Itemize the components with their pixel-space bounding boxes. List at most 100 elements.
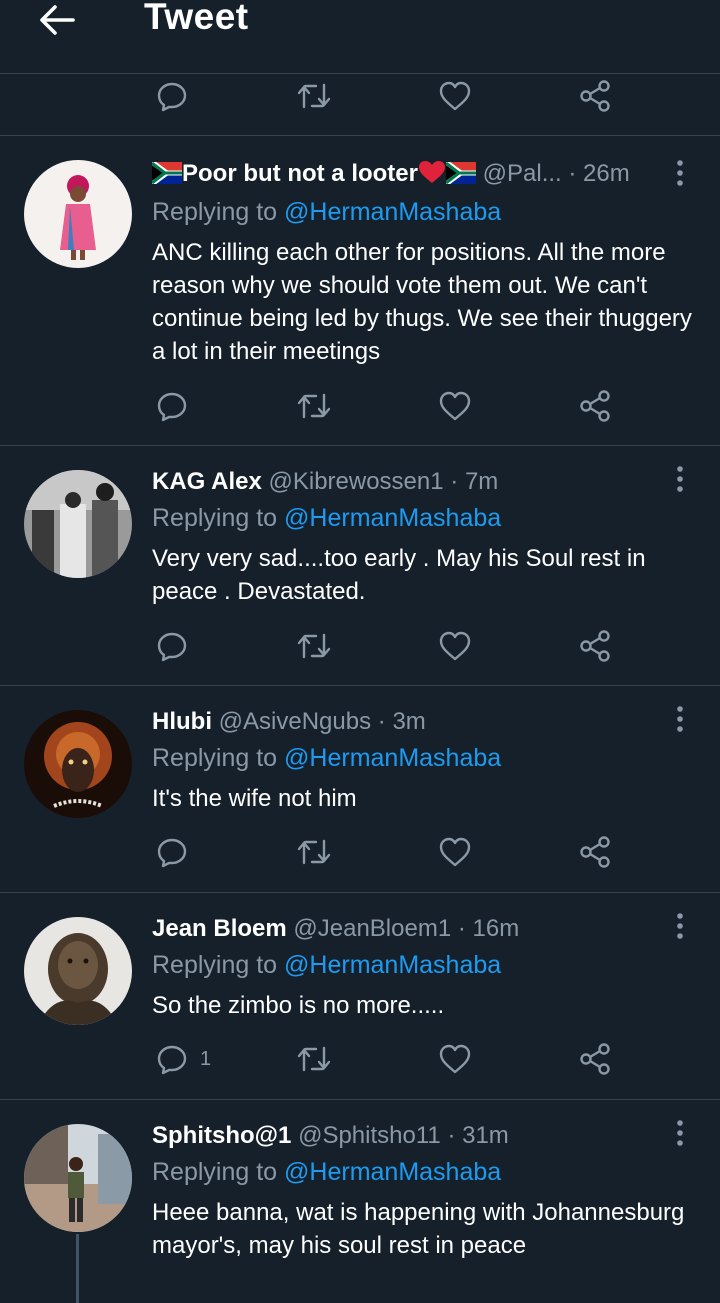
reply-button[interactable]: 1 bbox=[156, 1039, 211, 1079]
action-bar bbox=[0, 386, 720, 426]
more-vertical-icon bbox=[677, 706, 683, 732]
avatar[interactable] bbox=[24, 917, 132, 1025]
display-name[interactable]: KAG Alex bbox=[152, 468, 262, 495]
more-vertical-icon bbox=[677, 1120, 683, 1146]
reply-button[interactable] bbox=[156, 386, 200, 426]
timestamp: · 26m bbox=[568, 160, 630, 187]
like-button[interactable] bbox=[438, 76, 472, 116]
heart-icon bbox=[439, 391, 471, 421]
heart-icon bbox=[439, 1044, 471, 1074]
like-button[interactable] bbox=[438, 386, 472, 426]
retweet-button[interactable] bbox=[296, 626, 332, 666]
retweet-button[interactable] bbox=[296, 1039, 332, 1079]
retweet-icon bbox=[297, 839, 331, 865]
share-icon bbox=[580, 1043, 610, 1075]
mention-link[interactable]: @HermanMashaba bbox=[284, 1158, 501, 1186]
share-button[interactable] bbox=[578, 386, 612, 426]
tweet-header: KAG Alex @Kibrewossen1 · 7m bbox=[152, 468, 660, 496]
share-button[interactable] bbox=[578, 76, 612, 116]
replying-to: Replying to @HermanMashaba bbox=[152, 198, 501, 227]
reply-tweet[interactable]: Hlubi @AsiveNgubs · 3m Replying to @Herm… bbox=[0, 686, 720, 893]
mention-link[interactable]: @HermanMashaba bbox=[284, 504, 501, 532]
display-name[interactable]: Hlubi bbox=[152, 708, 212, 735]
retweet-button[interactable] bbox=[296, 386, 332, 426]
timestamp: · 31m bbox=[447, 1122, 509, 1149]
tweet-text: Very very sad....too early . May his Sou… bbox=[152, 545, 646, 605]
avatar[interactable] bbox=[24, 1124, 132, 1232]
retweet-icon bbox=[297, 393, 331, 419]
reply-count: 1 bbox=[200, 1047, 212, 1070]
reply-icon bbox=[157, 1045, 187, 1075]
avatar[interactable] bbox=[24, 470, 132, 578]
reply-tweet[interactable]: Sphitsho@1 @Sphitsho11 · 31m Replying to… bbox=[0, 1100, 720, 1303]
reply-tweet[interactable]: Poor but not a looter @Pal... · 26m Repl… bbox=[0, 136, 720, 446]
tweet-text: It's the wife not him bbox=[152, 785, 357, 812]
more-options-button[interactable] bbox=[668, 704, 692, 734]
replying-to: Replying to @HermanMashaba bbox=[152, 744, 501, 773]
avatar[interactable] bbox=[24, 710, 132, 818]
heart-icon bbox=[439, 837, 471, 867]
top-app-bar: Tweet bbox=[0, 0, 720, 74]
mention-link[interactable]: @HermanMashaba bbox=[284, 198, 501, 226]
tweet-header: Hlubi @AsiveNgubs · 3m bbox=[152, 708, 660, 736]
timestamp: · 16m bbox=[457, 915, 520, 942]
retweet-icon bbox=[297, 1046, 331, 1072]
share-button[interactable] bbox=[578, 626, 612, 666]
share-icon bbox=[580, 836, 610, 868]
main-tweet-actions bbox=[0, 74, 720, 136]
back-button[interactable] bbox=[32, 0, 82, 40]
more-vertical-icon bbox=[677, 466, 683, 492]
tweet-header: Jean Bloem @JeanBloem1 · 16m bbox=[152, 915, 660, 943]
user-handle: @JeanBloem1 bbox=[293, 915, 452, 942]
timestamp: · 3m bbox=[377, 708, 426, 735]
user-handle: @Kibrewossen1 bbox=[268, 468, 444, 495]
retweet-button[interactable] bbox=[296, 76, 332, 116]
replying-to: Replying to @HermanMashaba bbox=[152, 951, 501, 980]
user-handle: @Sphitsho11 bbox=[298, 1122, 441, 1149]
arrow-left-icon bbox=[40, 5, 75, 35]
share-icon bbox=[580, 390, 610, 422]
share-button[interactable] bbox=[578, 832, 612, 872]
display-name[interactable]: Sphitsho@1 bbox=[152, 1122, 291, 1149]
mention-link[interactable]: @HermanMashaba bbox=[284, 744, 501, 772]
user-handle: @Pal... bbox=[482, 160, 562, 187]
action-bar: 1 bbox=[0, 1039, 720, 1079]
retweet-icon bbox=[297, 633, 331, 659]
red-heart-icon bbox=[418, 160, 446, 191]
action-bar bbox=[0, 832, 720, 872]
more-vertical-icon bbox=[677, 913, 683, 939]
reply-button[interactable] bbox=[156, 832, 200, 872]
display-name[interactable]: Jean Bloem bbox=[152, 915, 287, 942]
more-options-button[interactable] bbox=[668, 464, 692, 494]
thread-connector bbox=[76, 1234, 79, 1303]
reply-button[interactable] bbox=[156, 76, 188, 116]
south-africa-flag-icon bbox=[444, 160, 476, 191]
replying-to-label: Replying to bbox=[152, 951, 278, 979]
reply-icon bbox=[157, 838, 187, 868]
like-button[interactable] bbox=[438, 1039, 472, 1079]
reply-tweet[interactable]: Jean Bloem @JeanBloem1 · 16m Replying to… bbox=[0, 893, 720, 1100]
avatar[interactable] bbox=[24, 160, 132, 268]
like-button[interactable] bbox=[438, 626, 472, 666]
more-options-button[interactable] bbox=[668, 1118, 692, 1148]
like-button[interactable] bbox=[438, 832, 472, 872]
display-name[interactable]: Poor but not a looter bbox=[182, 160, 418, 187]
retweet-button[interactable] bbox=[296, 832, 332, 872]
mention-link[interactable]: @HermanMashaba bbox=[284, 951, 501, 979]
replying-to: Replying to @HermanMashaba bbox=[152, 504, 501, 533]
replying-to: Replying to @HermanMashaba bbox=[152, 1158, 501, 1187]
page-title: Tweet bbox=[144, 0, 249, 37]
tweet-header: Sphitsho@1 @Sphitsho11 · 31m bbox=[152, 1122, 660, 1150]
action-bar bbox=[0, 626, 720, 666]
reply-icon bbox=[157, 392, 187, 422]
share-icon bbox=[580, 80, 610, 112]
more-options-button[interactable] bbox=[668, 911, 692, 941]
tweet-header: Poor but not a looter @Pal... · 26m bbox=[152, 160, 660, 191]
tweet-text: ANC killing each other for positions. Al… bbox=[152, 239, 692, 365]
heart-icon bbox=[439, 631, 471, 661]
reply-button[interactable] bbox=[156, 626, 200, 666]
share-button[interactable] bbox=[578, 1039, 612, 1079]
reply-tweet[interactable]: KAG Alex @Kibrewossen1 · 7m Replying to … bbox=[0, 446, 720, 686]
reply-icon bbox=[157, 632, 187, 662]
more-options-button[interactable] bbox=[668, 158, 692, 188]
